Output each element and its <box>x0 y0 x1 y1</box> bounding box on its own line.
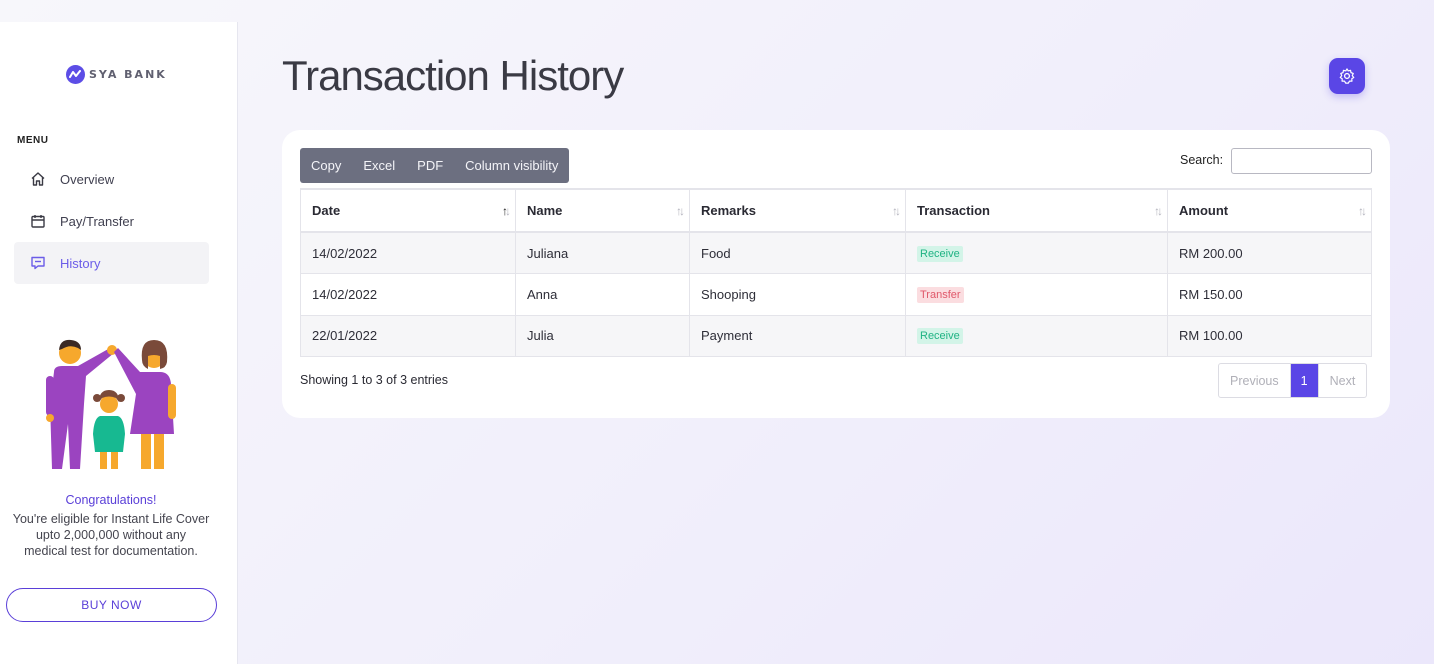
page-1-button[interactable]: 1 <box>1289 364 1318 397</box>
calendar-icon <box>31 215 45 228</box>
wave-logo-icon <box>66 64 85 84</box>
promo-text: You're eligible for Instant Life Cover u… <box>0 511 222 559</box>
cell-transaction: Receive <box>905 314 1168 357</box>
sidebar-item-overview[interactable]: Overview <box>14 158 209 200</box>
column-label: Amount <box>1179 203 1229 218</box>
message-icon <box>31 256 45 270</box>
buy-now-button[interactable]: BUY NOW <box>6 588 217 622</box>
column-label: Date <box>312 203 341 218</box>
cell-date: 14/02/2022 <box>300 231 516 274</box>
sidebar-item-label: Overview <box>60 171 115 187</box>
transactions-table: Date ↑↓ Name ↑↓ Remarks ↑↓ Transaction ↑↓ Am… <box>300 188 1372 357</box>
copy-button[interactable]: Copy <box>300 148 352 183</box>
gear-icon <box>1339 68 1355 84</box>
transactions-card: Copy Excel PDF Column visibility Search:… <box>282 130 1390 418</box>
cell-remarks: Payment <box>689 314 906 357</box>
excel-button[interactable]: Excel <box>352 148 406 183</box>
pagination: Previous 1 Next <box>1218 363 1368 398</box>
column-header-date[interactable]: Date ↑↓ <box>300 188 516 233</box>
status-badge: Receive <box>917 245 963 262</box>
column-header-transaction[interactable]: Transaction ↑↓ <box>905 188 1168 233</box>
page-title: Transaction History <box>282 52 624 99</box>
table-row: 14/02/2022 Anna Shooping Transfer RM 150… <box>300 273 1372 316</box>
brand-name: SYA BANK <box>89 67 167 81</box>
sidebar-item-label: History <box>60 255 101 271</box>
next-page-button[interactable]: Next <box>1317 364 1367 397</box>
table-info: Showing 1 to 3 of 3 entries <box>300 373 449 387</box>
family-illustration <box>46 339 176 469</box>
promo-line: upto 2,000,000 without any <box>35 528 187 542</box>
search-label: Search: <box>1180 153 1224 167</box>
cell-date: 14/02/2022 <box>300 273 516 316</box>
cell-amount: RM 200.00 <box>1167 231 1372 274</box>
cell-name: Juliana <box>515 231 690 274</box>
settings-button[interactable] <box>1329 58 1365 94</box>
sidebar-item-label: Pay/Transfer <box>60 213 134 229</box>
column-label: Name <box>527 203 563 218</box>
cell-remarks: Food <box>689 231 906 274</box>
promo-title: Congratulations! <box>65 493 157 507</box>
column-header-amount[interactable]: Amount ↑↓ <box>1167 188 1372 233</box>
menu-heading: MENU <box>17 135 49 146</box>
cell-transaction: Receive <box>905 231 1168 274</box>
status-badge: Transfer <box>917 286 964 303</box>
pdf-button[interactable]: PDF <box>406 148 454 183</box>
cell-remarks: Shooping <box>689 273 906 316</box>
sort-icon: ↑↓ <box>1358 204 1367 218</box>
cell-name: Julia <box>515 314 690 357</box>
sidebar: SYA BANK MENU Overview Pay/Transfer Hist… <box>0 22 238 664</box>
cell-name: Anna <box>515 273 690 316</box>
column-header-remarks[interactable]: Remarks ↑↓ <box>689 188 906 233</box>
sort-icon: ↑↓ <box>676 204 685 218</box>
sort-asc-icon: ↑↓ <box>502 204 511 218</box>
sort-icon: ↑↓ <box>892 204 901 218</box>
sidebar-item-history[interactable]: History <box>14 242 209 284</box>
home-icon <box>31 172 45 186</box>
promo-line: You're eligible for Instant Life Cover <box>12 512 210 526</box>
sort-icon: ↑↓ <box>1154 204 1163 218</box>
cell-amount: RM 100.00 <box>1167 314 1372 357</box>
previous-page-button[interactable]: Previous <box>1219 364 1290 397</box>
status-badge: Receive <box>917 328 963 345</box>
table-row: 14/02/2022 Juliana Food Receive RM 200.0… <box>300 231 1372 274</box>
column-header-name[interactable]: Name ↑↓ <box>515 188 690 233</box>
brand-logo[interactable]: SYA BANK <box>66 64 167 84</box>
column-label: Remarks <box>701 203 756 218</box>
cell-amount: RM 150.00 <box>1167 273 1372 316</box>
column-label: Transaction <box>917 203 990 218</box>
sidebar-item-pay-transfer[interactable]: Pay/Transfer <box>14 200 209 242</box>
cell-transaction: Transfer <box>905 273 1168 316</box>
search-input[interactable] <box>1231 148 1372 174</box>
table-header-row: Date ↑↓ Name ↑↓ Remarks ↑↓ Transaction ↑↓ Am… <box>300 188 1372 233</box>
table-row: 22/01/2022 Julia Payment Receive RM 100.… <box>300 314 1372 357</box>
promo-line: medical test for documentation. <box>24 544 198 558</box>
export-button-group: Copy Excel PDF Column visibility <box>300 148 570 183</box>
cell-date: 22/01/2022 <box>300 314 516 357</box>
column-visibility-button[interactable]: Column visibility <box>454 148 569 183</box>
